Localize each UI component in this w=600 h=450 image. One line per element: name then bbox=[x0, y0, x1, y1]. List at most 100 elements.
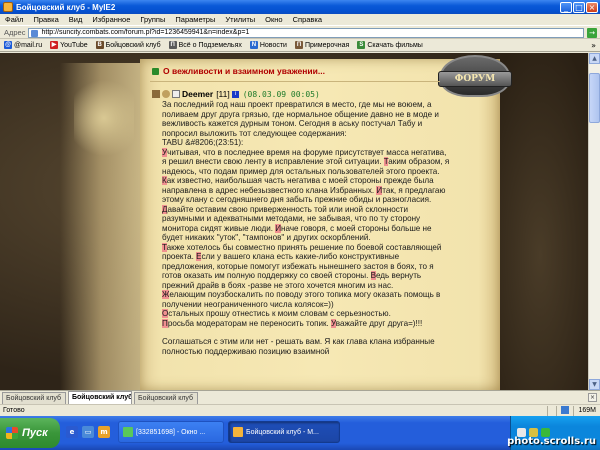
link-label: Примерочная bbox=[304, 41, 350, 49]
menu-groups[interactable]: Группы bbox=[135, 15, 170, 24]
address-input[interactable]: http://suncity.combats.com/forum.pl?id=1… bbox=[28, 27, 584, 38]
text: росьба модераторам не переносить топик. bbox=[167, 318, 332, 328]
watermark: photo.scrolls.ru bbox=[507, 436, 596, 447]
fitting-room-icon: П bbox=[294, 41, 303, 49]
close-button[interactable]: × bbox=[586, 1, 598, 13]
topic-title: О вежливости и взаимном уважении... bbox=[152, 66, 452, 76]
link-download-movies[interactable]: S Скачать фильмы bbox=[357, 41, 423, 49]
menu-options[interactable]: Параметры bbox=[170, 15, 220, 24]
text: стальных прошу отнестись к моим словам с… bbox=[168, 309, 391, 318]
address-label: Адрес bbox=[4, 28, 26, 37]
link-fitting-room[interactable]: П Примерочная bbox=[294, 41, 350, 49]
rank-icon bbox=[172, 90, 180, 98]
tab-2[interactable]: Бойцовский клуб bbox=[134, 392, 198, 404]
tab-1-active[interactable]: Бойцовский клуб bbox=[68, 391, 132, 404]
mailru-icon: @ bbox=[4, 41, 12, 49]
chat-window-icon bbox=[123, 427, 133, 437]
link-news[interactable]: N Новости bbox=[249, 41, 287, 49]
link-youtube[interactable]: ▶ YouTube bbox=[50, 41, 88, 49]
address-bar: Адрес http://suncity.combats.com/forum.p… bbox=[0, 27, 600, 39]
scroll-up-arrow-icon[interactable]: ▲ bbox=[589, 53, 600, 64]
post-intro: За последний год наш проект превратился … bbox=[162, 100, 439, 138]
task-label: [332851698] - Окно ... bbox=[136, 428, 206, 436]
news-icon: N bbox=[249, 41, 258, 49]
page-icon bbox=[31, 29, 39, 37]
menu-help[interactable]: Справка bbox=[288, 15, 327, 24]
combats-icon: B bbox=[95, 41, 104, 49]
status-cell-empty bbox=[547, 405, 556, 416]
youtube-icon: ▶ bbox=[50, 41, 59, 49]
dungeon-icon: П bbox=[168, 41, 177, 49]
address-url: http://suncity.combats.com/forum.pl?id=1… bbox=[41, 28, 250, 36]
post-paragraph: Как известно, наибольшая часть негатива … bbox=[162, 176, 452, 243]
forum-badge[interactable]: ФОРУМ bbox=[430, 55, 520, 103]
link-mailru[interactable]: @ @mail.ru bbox=[4, 41, 42, 49]
myie-window-icon bbox=[233, 427, 243, 437]
menu-bar: Файл Правка Вид Избранное Группы Парамет… bbox=[0, 14, 600, 26]
start-label: Пуск bbox=[22, 427, 48, 439]
quote-header: TABU &#8206;(23:51): bbox=[162, 138, 244, 147]
post-paragraph: Просьба модераторам не переносить топик.… bbox=[162, 318, 452, 329]
post-author[interactable]: Deemer bbox=[182, 89, 213, 99]
links-bar: @ @mail.ru ▶ YouTube B Бойцовский клуб П… bbox=[0, 39, 600, 52]
status-cell-icon bbox=[556, 405, 573, 416]
download-icon: S bbox=[357, 41, 366, 49]
link-label: Новости bbox=[259, 41, 287, 49]
alignment-icon bbox=[162, 90, 170, 98]
link-combats[interactable]: B Бойцовский клуб bbox=[95, 41, 161, 49]
internet-zone-icon bbox=[561, 405, 570, 414]
go-arrow-icon[interactable]: → bbox=[587, 27, 597, 38]
tab-0[interactable]: Бойцовский клуб bbox=[2, 392, 66, 404]
menu-file[interactable]: Файл bbox=[0, 15, 28, 24]
link-label: YouTube bbox=[60, 41, 88, 49]
minimize-button[interactable]: _ bbox=[560, 1, 572, 13]
links-more-chevron-icon[interactable]: » bbox=[591, 41, 596, 50]
link-label: Всё о Подземельях bbox=[178, 41, 242, 49]
tab-close-icon[interactable]: × bbox=[588, 393, 597, 402]
post-paragraph: Желающим поузбоскалить по поводу этого т… bbox=[162, 290, 452, 309]
desktop-quicklaunch-icon[interactable]: ▭ bbox=[82, 426, 94, 438]
menu-favorites[interactable]: Избранное bbox=[87, 15, 135, 24]
post-paragraph: Остальных прошу отнестись к моим словам … bbox=[162, 309, 452, 319]
start-button[interactable]: Пуск bbox=[0, 418, 60, 448]
divider bbox=[150, 81, 440, 82]
status-bar: Готово 169M bbox=[0, 404, 600, 416]
window-titlebar[interactable]: Бойцовский клуб - MyIE2 _ □ × bbox=[0, 0, 600, 14]
menu-view[interactable]: Вид bbox=[64, 15, 88, 24]
tab-bar: Бойцовский клуб Бойцовский клуб Бойцовск… bbox=[0, 390, 600, 404]
taskbar: Пуск e ▭ m [332851698] - Окно ... Бойцов… bbox=[0, 416, 600, 450]
decorative-scroll bbox=[74, 73, 134, 163]
vertical-scrollbar[interactable]: ▲ ▼ bbox=[588, 53, 600, 390]
system-tray: photo.scrolls.ru bbox=[507, 416, 600, 450]
link-dungeons[interactable]: П Всё о Подземельях bbox=[168, 41, 242, 49]
task-chat-window[interactable]: [332851698] - Окно ... bbox=[118, 421, 224, 443]
text: важайте друг друга=)!!! bbox=[335, 318, 423, 328]
topic-bullet-icon bbox=[152, 67, 159, 75]
link-label: @mail.ru bbox=[14, 41, 43, 49]
window-title: Бойцовский клуб - MyIE2 bbox=[16, 2, 116, 12]
windows-flag-icon bbox=[6, 427, 18, 439]
scroll-down-arrow-icon[interactable]: ▼ bbox=[589, 379, 600, 390]
info-icon[interactable]: i bbox=[231, 90, 239, 98]
task-browser-window[interactable]: Бойцовский клуб - M... bbox=[228, 421, 340, 443]
post-paragraph: Также хотелось бы совместно принять реше… bbox=[162, 242, 452, 291]
scroll-thumb[interactable] bbox=[589, 73, 600, 123]
menu-edit[interactable]: Правка bbox=[28, 15, 63, 24]
memory-usage: 169M bbox=[573, 405, 600, 416]
menu-tools[interactable]: Утилиты bbox=[220, 15, 260, 24]
link-label: Скачать фильмы bbox=[367, 41, 423, 49]
post-paragraph: Учитывая, что в последнее время на форум… bbox=[162, 147, 452, 177]
status-text: Готово bbox=[3, 407, 25, 414]
maximize-button[interactable]: □ bbox=[573, 1, 585, 13]
post-author-level: [11] bbox=[216, 89, 230, 99]
menu-window[interactable]: Окно bbox=[260, 15, 287, 24]
right-background bbox=[500, 53, 600, 390]
myie-app-icon[interactable] bbox=[3, 2, 13, 12]
ie-quicklaunch-icon[interactable]: e bbox=[66, 426, 78, 438]
post-header: Deemer [11] i (08.03.09 00:05) bbox=[152, 89, 320, 99]
topic-title-text: О вежливости и взаимном уважении... bbox=[163, 66, 325, 76]
myie-quicklaunch-icon[interactable]: m bbox=[98, 426, 110, 438]
clan-icon[interactable] bbox=[152, 90, 160, 98]
post-outro: Соглашаться с этим или нет - решать вам.… bbox=[162, 337, 435, 356]
